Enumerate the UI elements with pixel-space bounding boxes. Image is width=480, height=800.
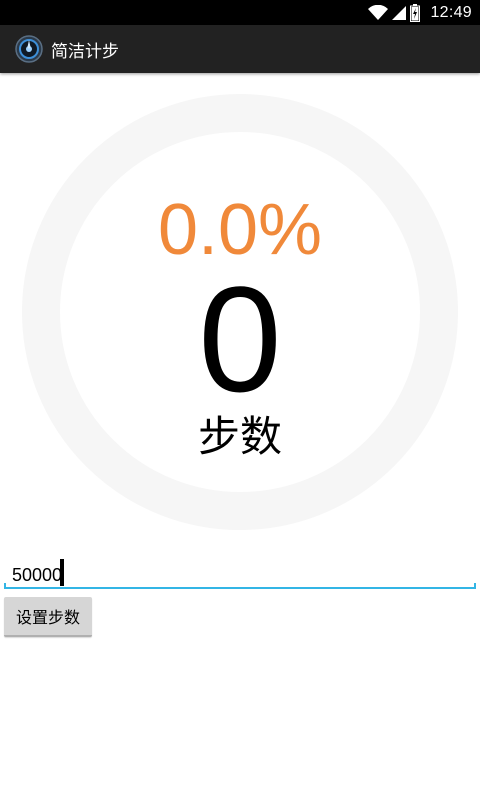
action-bar: 简洁计步 [0,25,480,73]
input-underline [4,587,476,589]
wifi-icon [368,4,389,20]
input-underline-left-tick [4,583,6,589]
progress-ring-content: 0.0% 0 步数 [22,94,458,530]
goal-input-container [4,556,476,590]
app-title: 简洁计步 [51,41,119,62]
status-icons: 12:49 [368,0,480,25]
cell-signal-icon [392,5,407,20]
status-clock: 12:49 [430,3,472,21]
step-count: 0 [198,255,282,423]
step-count-label: 步数 [197,412,282,461]
set-steps-button[interactable]: 设置步数 [4,597,92,637]
progress-ring: 0.0% 0 步数 [22,94,458,530]
input-underline-right-tick [474,583,476,589]
battery-icon [410,3,421,22]
app-logo-icon [15,35,43,63]
goal-steps-input[interactable] [4,556,476,588]
status-bar: 12:49 [0,0,480,25]
text-cursor [60,559,64,586]
